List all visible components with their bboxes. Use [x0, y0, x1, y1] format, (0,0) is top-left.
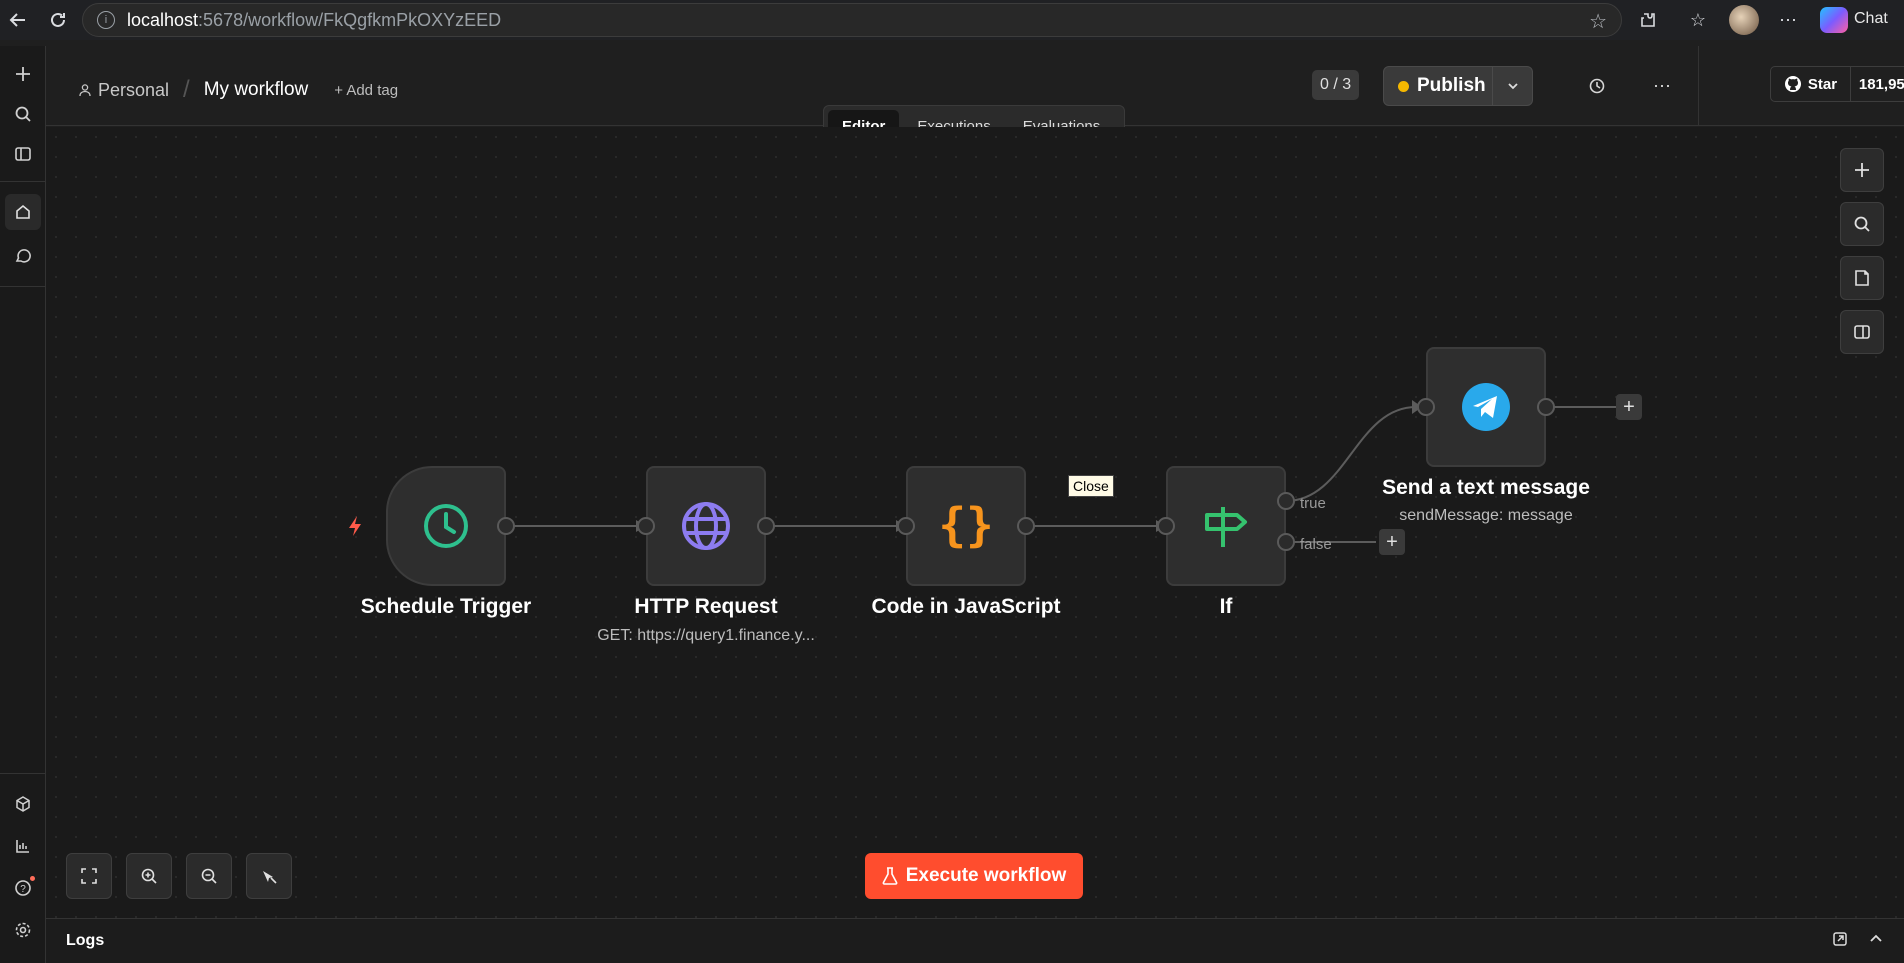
project-link[interactable]: Personal: [78, 80, 169, 101]
telegram-output-port[interactable]: [1537, 398, 1555, 416]
github-icon: [1784, 76, 1801, 92]
add-node-telegram-button[interactable]: +: [1616, 394, 1642, 420]
notification-dot: [30, 876, 35, 881]
branch-false-label: false: [1300, 536, 1332, 553]
favorites-icon[interactable]: ☆: [1684, 6, 1712, 34]
help-icon[interactable]: ?: [5, 870, 41, 906]
sticky-note-icon[interactable]: [1840, 256, 1884, 300]
close-tooltip: Close: [1068, 475, 1114, 497]
reload-icon[interactable]: [40, 2, 76, 38]
expand-chevron-icon[interactable]: [1868, 931, 1884, 951]
project-name: Personal: [98, 79, 170, 100]
more-options-icon[interactable]: ⋯: [1648, 72, 1676, 100]
add-tag-button[interactable]: + Add tag: [334, 82, 398, 99]
url-path: :5678/workflow/FkQgfkmPkOXYzEED: [198, 9, 502, 30]
logs-title: Logs: [66, 932, 105, 949]
if-true-port[interactable]: [1277, 492, 1295, 510]
browser-toolbar: i localhost:5678/workflow/FkQgfkmPkOXYzE…: [0, 0, 1904, 40]
http-input-port[interactable]: [637, 517, 655, 535]
signpost-icon: [1205, 507, 1247, 547]
node-if[interactable]: [1166, 466, 1286, 586]
breadcrumb-separator: /: [183, 76, 190, 103]
node-title-if: If: [1219, 595, 1233, 618]
logs-panel-bar[interactable]: Logs: [46, 918, 1904, 963]
user-icon: [79, 84, 91, 97]
zoom-out-icon[interactable]: [186, 853, 232, 899]
breadcrumb: Personal / My workflow + Add tag: [78, 76, 398, 104]
schedule-output-port[interactable]: [497, 517, 515, 535]
workflow-canvas[interactable]: Schedule Trigger HTTP Request GET: https…: [46, 127, 1904, 918]
execute-workflow-button[interactable]: Execute workflow: [865, 853, 1083, 899]
zoom-in-icon[interactable]: [126, 853, 172, 899]
publish-label: Publish: [1417, 75, 1486, 96]
if-input-port[interactable]: [1157, 517, 1175, 535]
extensions-icon[interactable]: [1634, 6, 1662, 34]
canvas-search-icon[interactable]: [1840, 202, 1884, 246]
chat-icon[interactable]: [5, 238, 41, 274]
clock-icon: [424, 504, 468, 548]
http-output-port[interactable]: [757, 517, 775, 535]
telegram-input-port[interactable]: [1417, 398, 1435, 416]
github-star-button[interactable]: Star 181,954: [1770, 66, 1904, 102]
chat-label[interactable]: Chat: [1854, 10, 1888, 28]
home-icon[interactable]: [5, 194, 41, 230]
panel-toggle-icon[interactable]: [5, 136, 41, 172]
node-subtitle-http: GET: https://query1.finance.y...: [597, 627, 815, 644]
github-star-left[interactable]: Star: [1771, 67, 1851, 101]
back-icon[interactable]: [0, 2, 36, 38]
flask-icon: [882, 867, 898, 885]
node-schedule-trigger[interactable]: [386, 466, 506, 586]
publish-button[interactable]: Publish: [1383, 66, 1533, 106]
github-star-label: Star: [1807, 75, 1838, 93]
profile-avatar[interactable]: [1729, 5, 1759, 35]
more-icon[interactable]: ⋯: [1774, 6, 1802, 34]
svg-text:?: ?: [20, 884, 26, 895]
status-dot: [1398, 80, 1409, 92]
settings-icon[interactable]: [5, 912, 41, 948]
if-false-port[interactable]: [1277, 533, 1295, 551]
node-code-javascript[interactable]: {}: [906, 466, 1026, 586]
github-star-count: 181,954: [1858, 75, 1904, 93]
publish-counter: 0 / 3: [1312, 70, 1360, 100]
execute-workflow-label: Execute workflow: [905, 865, 1067, 886]
left-sidebar: ?: [0, 46, 46, 963]
tidy-up-icon[interactable]: [246, 853, 292, 899]
braces-icon: {}: [939, 499, 993, 552]
fit-view-icon[interactable]: [66, 853, 112, 899]
publish-dropdown-icon[interactable]: [1492, 67, 1532, 105]
history-icon[interactable]: [1583, 72, 1611, 100]
favorite-star-icon[interactable]: ☆: [1589, 9, 1607, 34]
address-bar[interactable]: i localhost:5678/workflow/FkQgfkmPkOXYzE…: [82, 3, 1622, 37]
side-panel-icon[interactable]: [1840, 310, 1884, 354]
branch-true-label: true: [1300, 495, 1326, 512]
header-divider: [1698, 46, 1699, 126]
node-title-code: Code in JavaScript: [871, 595, 1061, 618]
copilot-icon[interactable]: [1820, 7, 1848, 33]
add-icon[interactable]: [5, 56, 41, 92]
node-telegram-send[interactable]: [1426, 347, 1546, 467]
add-node-false-button[interactable]: +: [1379, 529, 1405, 555]
workflow-name[interactable]: My workflow: [204, 79, 309, 101]
node-title-http: HTTP Request: [634, 595, 778, 618]
templates-icon[interactable]: [5, 786, 41, 822]
node-http-request[interactable]: [646, 466, 766, 586]
add-node-icon[interactable]: [1840, 148, 1884, 192]
telegram-icon: [1462, 383, 1510, 431]
node-subtitle-telegram: sendMessage: message: [1399, 507, 1573, 524]
site-info-icon[interactable]: i: [97, 11, 115, 29]
url-host: localhost: [127, 9, 199, 30]
insights-icon[interactable]: [5, 828, 41, 864]
popout-icon[interactable]: [1832, 931, 1848, 951]
node-title-schedule: Schedule Trigger: [360, 595, 532, 618]
svg-text:{}: {}: [939, 499, 993, 552]
search-icon[interactable]: [5, 96, 41, 132]
code-output-port[interactable]: [1017, 517, 1035, 535]
node-title-telegram: Send a text message: [1382, 476, 1590, 499]
trigger-bolt-icon: [346, 515, 364, 542]
globe-icon: [682, 502, 730, 550]
code-input-port[interactable]: [897, 517, 915, 535]
